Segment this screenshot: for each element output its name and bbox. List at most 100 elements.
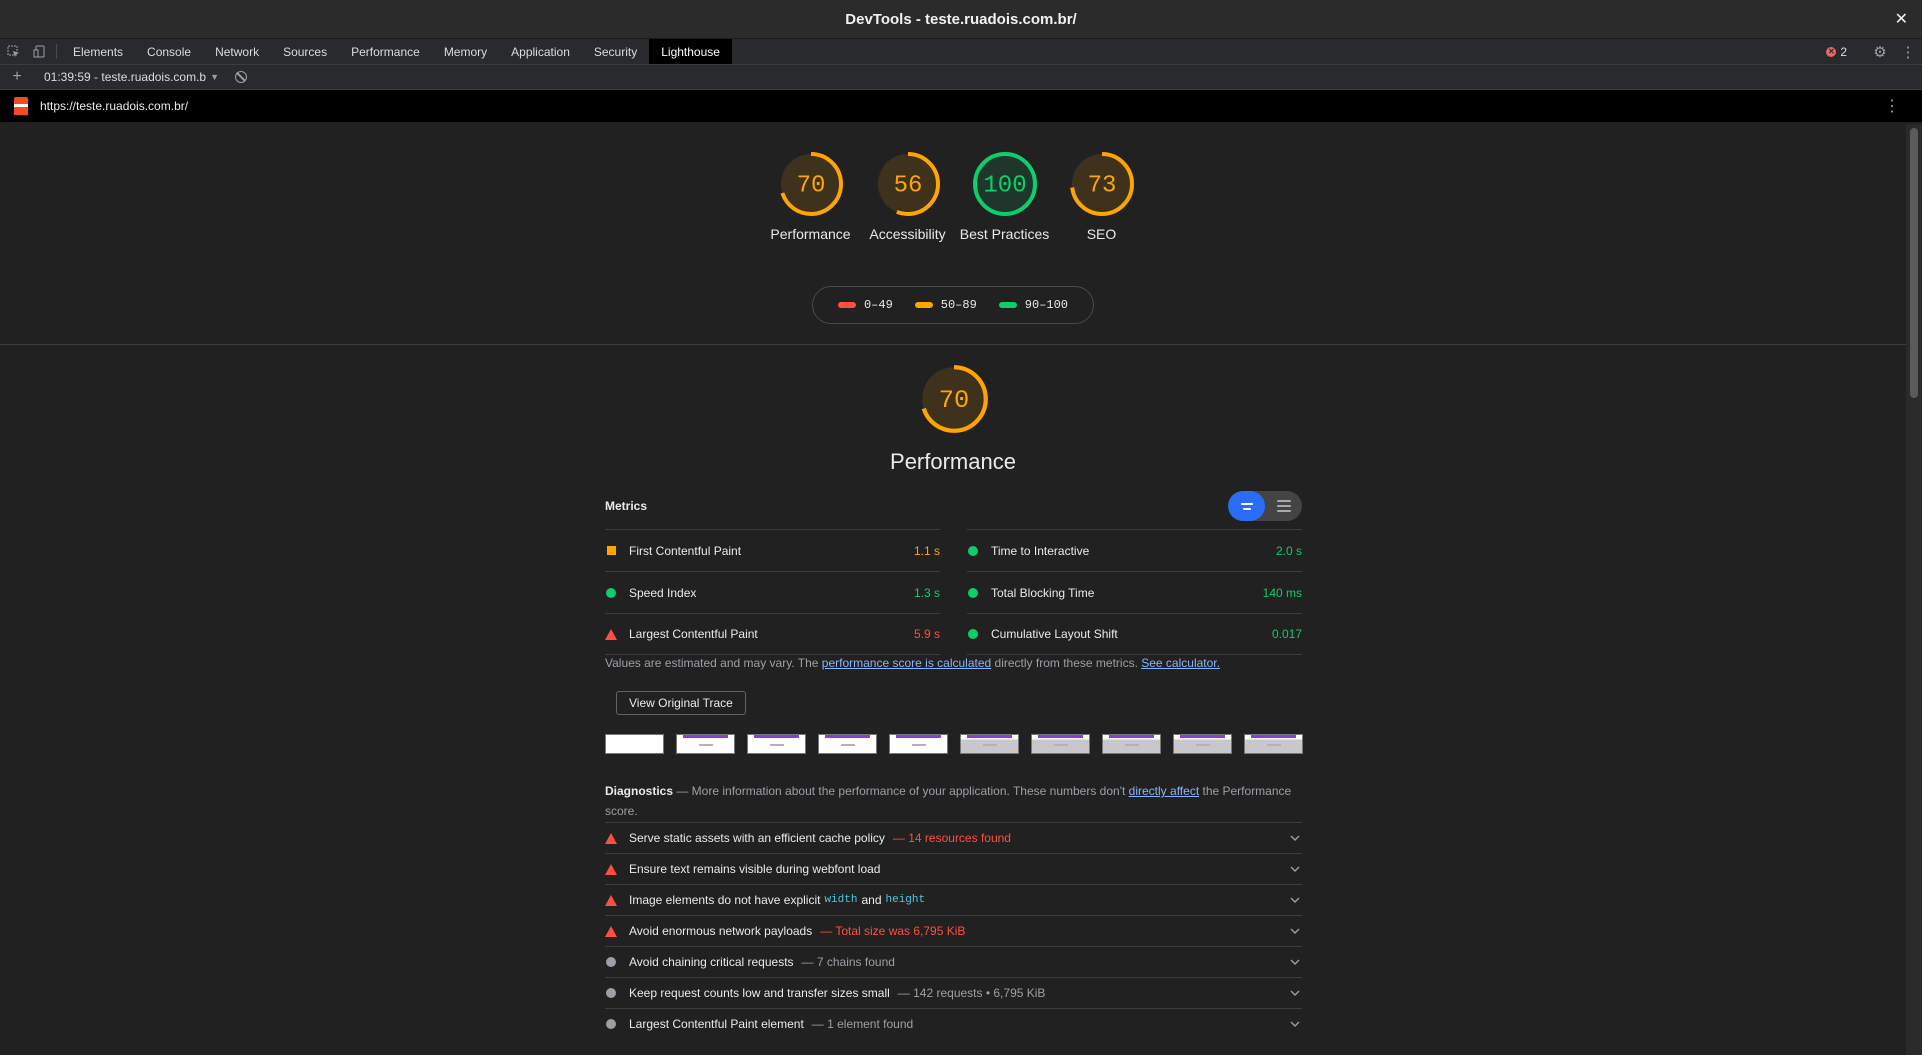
filmstrip-frame xyxy=(747,734,806,754)
legend-range: 50–89 xyxy=(940,298,977,312)
score-value: 100 xyxy=(983,172,1026,199)
inspect-element-icon[interactable] xyxy=(0,39,26,64)
audit-code: width xyxy=(824,894,858,906)
metrics-note: Values are estimated and may vary. The p… xyxy=(605,656,1220,670)
diagnostics-header: Diagnostics — More information about the… xyxy=(605,781,1302,821)
category-gauge-performance[interactable]: 70 Performance xyxy=(762,150,859,244)
error-icon: ✕ xyxy=(1826,46,1837,57)
score-value: 56 xyxy=(893,172,922,199)
metric-name: Largest Contentful Paint xyxy=(629,627,758,641)
tab-sources[interactable]: Sources xyxy=(271,39,339,64)
directly-affect-link[interactable]: directly affect xyxy=(1129,784,1199,798)
audit-row[interactable]: Ensure text remains visible during webfo… xyxy=(605,853,1302,884)
metric-name: Total Blocking Time xyxy=(991,585,1095,600)
fail-triangle-icon xyxy=(605,832,617,844)
legend-swatch xyxy=(914,302,933,308)
filmstrip-frame xyxy=(676,734,735,754)
note-text: directly from these metrics. xyxy=(991,656,1142,670)
audit-title: Avoid chaining critical requests xyxy=(629,955,794,969)
info-circle-icon xyxy=(606,957,616,967)
metric-value: 0.017 xyxy=(1271,627,1302,641)
metric-value: 2.0 s xyxy=(1275,543,1302,558)
chevron-down-icon[interactable] xyxy=(1290,988,1300,999)
tab-security[interactable]: Security xyxy=(582,39,649,64)
audit-title: Image elements do not have explicit xyxy=(629,893,821,907)
audit-title: Ensure text remains visible during webfo… xyxy=(629,862,881,876)
tab-elements[interactable]: Elements xyxy=(61,39,135,64)
score-value: 73 xyxy=(1087,172,1116,199)
category-label: Performance xyxy=(770,226,851,242)
filmstrip-frame xyxy=(605,734,664,754)
audit-display-value: — 142 requests • 6,795 KiB xyxy=(897,986,1046,1000)
devtools-tabbar: Elements Console Network Sources Perform… xyxy=(0,39,1922,65)
fail-triangle-icon xyxy=(605,925,617,937)
fail-triangle-icon xyxy=(605,894,617,906)
audit-row[interactable]: Image elements do not have explicit width… xyxy=(605,884,1302,915)
device-toolbar-icon[interactable] xyxy=(26,39,52,64)
legend-item: 0–49 xyxy=(837,298,893,312)
tab-memory[interactable]: Memory xyxy=(432,39,499,64)
chevron-down-icon[interactable] xyxy=(1290,1019,1300,1030)
scores-summary: 70 Performance 56 Accessibility 100 Best Prac… xyxy=(0,124,1906,345)
metric-cumulative-layout-shift: Cumulative Layout Shift 0.017 xyxy=(967,613,1302,655)
audit-row[interactable]: Serve static assets with an efficient ca… xyxy=(605,822,1302,853)
toolbar-right: ✕ 2 ⚙ ⋮ xyxy=(1816,39,1922,64)
close-icon[interactable]: ✕ xyxy=(1895,9,1908,29)
filmstrip-frame xyxy=(818,734,877,754)
category-label: SEO xyxy=(1086,226,1117,242)
tab-application[interactable]: Application xyxy=(499,39,582,64)
audit-display-value: — 7 chains found xyxy=(801,955,895,969)
diagnostics-title: Diagnostics xyxy=(605,784,674,798)
metric-name: First Contentful Paint xyxy=(629,543,742,558)
score-calculated-link[interactable]: performance score is calculated xyxy=(822,656,991,670)
tab-performance[interactable]: Performance xyxy=(339,39,432,64)
tab-console[interactable]: Console xyxy=(135,39,203,64)
score-gauge-ring: 73 xyxy=(1069,152,1134,216)
chevron-down-icon[interactable] xyxy=(1290,895,1300,906)
chevron-down-icon[interactable] xyxy=(1290,864,1300,875)
expanded-view-icon[interactable] xyxy=(1265,491,1302,521)
performance-gauge: 70 xyxy=(918,363,990,440)
view-original-trace-button[interactable]: View Original Trace xyxy=(616,691,746,715)
chevron-down-icon[interactable]: ▼ xyxy=(210,72,219,82)
tab-network[interactable]: Network xyxy=(203,39,271,64)
metric-name: Time to Interactive xyxy=(991,543,1090,558)
audit-row[interactable]: Keep request counts low and transfer siz… xyxy=(605,977,1302,1008)
audit-row[interactable]: Avoid chaining critical requests — 7 chai… xyxy=(605,946,1302,977)
metrics-heading: Metrics xyxy=(605,499,648,513)
error-count: 2 xyxy=(1840,44,1847,59)
chevron-down-icon[interactable] xyxy=(1290,957,1300,968)
score-value: 70 xyxy=(796,172,825,199)
metric-first-contentful-paint: First Contentful Paint 1.1 s xyxy=(605,529,940,571)
clear-reports-icon[interactable] xyxy=(235,71,248,83)
category-gauge-best-practices[interactable]: 100 Best Practices xyxy=(956,150,1053,244)
category-gauge-seo[interactable]: 73 SEO xyxy=(1053,150,1150,244)
see-calculator-link[interactable]: See calculator. xyxy=(1141,656,1220,670)
report-url[interactable]: https://teste.ruadois.com.br/ xyxy=(40,99,188,113)
pass-circle-icon xyxy=(968,587,978,598)
report-selector[interactable]: 01:39:59 - teste.ruadois.com.b xyxy=(44,70,206,84)
score-gauge-ring: 70 xyxy=(778,152,843,216)
audit-title: Avoid enormous network payloads xyxy=(629,924,813,938)
legend-range: 90–100 xyxy=(1024,298,1069,312)
scrollbar-thumb[interactable] xyxy=(1910,128,1918,398)
score-gauge-ring: 56 xyxy=(875,152,940,216)
tab-lighthouse[interactable]: Lighthouse xyxy=(649,39,732,64)
lighthouse-report-toolbar: + 01:39:59 - teste.ruadois.com.b ▼ xyxy=(0,65,1922,90)
score-value: 70 xyxy=(939,386,970,415)
audit-display-value: — 14 resources found xyxy=(892,831,1011,845)
more-options-icon[interactable]: ⋮ xyxy=(1894,39,1922,64)
error-count-badge[interactable]: ✕ 2 xyxy=(1816,45,1857,59)
compact-view-icon[interactable] xyxy=(1228,491,1265,521)
metrics-view-toggle[interactable] xyxy=(1228,491,1302,521)
chevron-down-icon[interactable] xyxy=(1290,833,1300,844)
new-report-icon[interactable]: + xyxy=(0,68,34,86)
toolbar-divider xyxy=(56,44,57,59)
audit-row[interactable]: Largest Contentful Paint element — 1 elem… xyxy=(605,1008,1302,1039)
settings-gear-icon[interactable]: ⚙ xyxy=(1866,39,1894,64)
report-scrollbar[interactable] xyxy=(1906,124,1922,1055)
report-menu-icon[interactable]: ⋮ xyxy=(1884,96,1900,116)
category-gauge-accessibility[interactable]: 56 Accessibility xyxy=(859,150,956,244)
chevron-down-icon[interactable] xyxy=(1290,926,1300,937)
audit-row[interactable]: Avoid enormous network payloads — Total s… xyxy=(605,915,1302,946)
